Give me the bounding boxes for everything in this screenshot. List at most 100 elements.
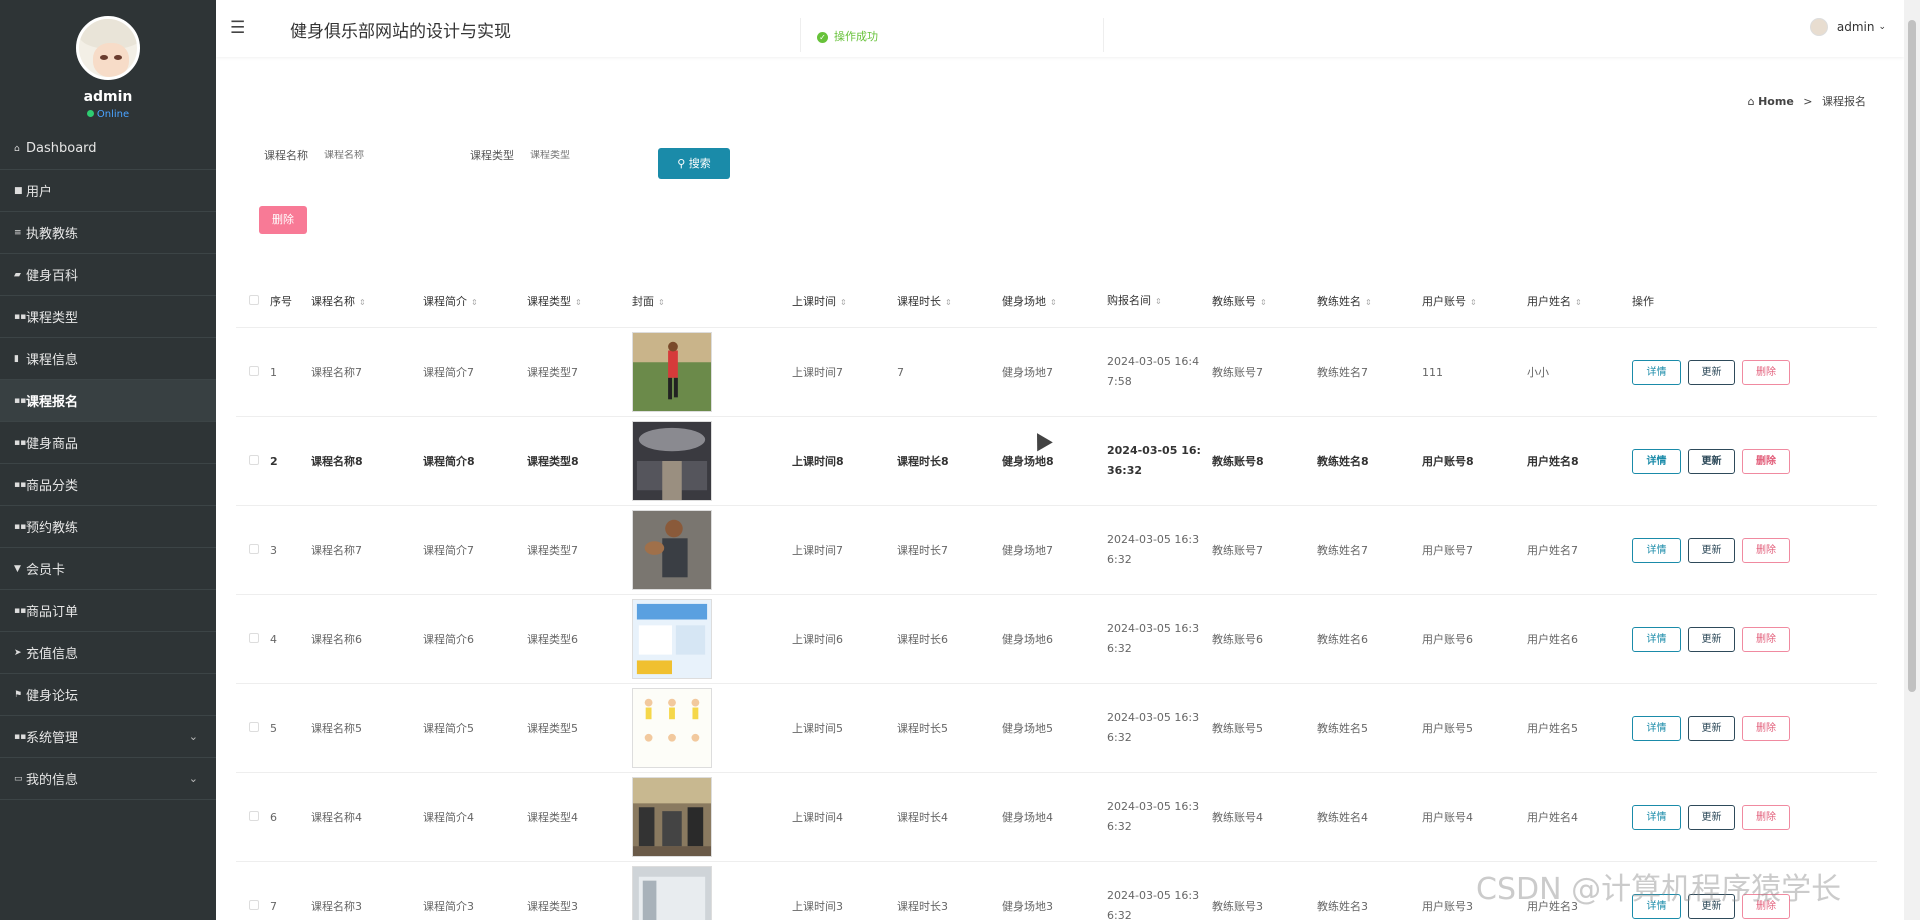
row-checkbox[interactable] bbox=[236, 899, 270, 913]
sidebar-item-label: 会员卡 bbox=[26, 563, 66, 578]
cover-image[interactable] bbox=[632, 421, 792, 501]
update-button[interactable]: 更新 bbox=[1688, 626, 1735, 652]
column-header[interactable]: 教练姓名 ⇕ bbox=[1317, 293, 1422, 309]
sidebar-item-1[interactable]: ■ 用户 bbox=[0, 170, 216, 212]
column-header[interactable]: 教练账号 ⇕ bbox=[1212, 293, 1317, 309]
delete-button[interactable]: 删除 bbox=[1742, 715, 1790, 741]
course-type-input[interactable] bbox=[530, 149, 644, 161]
column-header[interactable]: 课程时长 ⇕ bbox=[897, 293, 1002, 309]
table-cell: 教练账号4 bbox=[1212, 811, 1263, 824]
table-cell: 1 bbox=[270, 365, 277, 379]
sort-icon[interactable]: ⇕ bbox=[658, 298, 665, 307]
row-checkbox[interactable] bbox=[236, 543, 270, 557]
sort-icon[interactable]: ⇕ bbox=[1050, 298, 1057, 307]
sidebar-item-14[interactable]: ▪▪ 系统管理 ⌄ bbox=[0, 716, 216, 758]
column-header[interactable]: 购报名间 ⇕ bbox=[1107, 291, 1212, 312]
column-header-label: 购报名间 bbox=[1107, 293, 1151, 307]
update-button[interactable]: 更新 bbox=[1688, 448, 1735, 474]
table-cell: 课程时长5 bbox=[897, 722, 948, 735]
row-checkbox[interactable] bbox=[236, 365, 270, 379]
send-icon: ➤ bbox=[14, 647, 22, 658]
trophy-icon: ▼ bbox=[14, 563, 21, 574]
column-header[interactable]: 用户账号 ⇕ bbox=[1422, 293, 1527, 309]
breadcrumb-home[interactable]: Home bbox=[1758, 95, 1794, 108]
course-name-input[interactable] bbox=[324, 149, 438, 161]
user-dropdown[interactable]: admin ⌄ bbox=[1809, 18, 1886, 36]
search-button[interactable]: ⚲ 搜索 bbox=[658, 148, 730, 179]
scrollbar-thumb[interactable] bbox=[1908, 20, 1916, 692]
table-cell: 课程名称8 bbox=[311, 455, 363, 468]
avatar[interactable] bbox=[76, 16, 140, 80]
detail-button[interactable]: 详情 bbox=[1632, 626, 1681, 652]
cover-image[interactable] bbox=[632, 332, 792, 412]
sidebar-item-4[interactable]: ▪▪ 课程类型 bbox=[0, 296, 216, 338]
delete-button[interactable]: 删除 bbox=[1742, 804, 1790, 830]
column-header[interactable]: 课程类型 ⇕ bbox=[527, 293, 632, 309]
sort-icon[interactable]: ⇕ bbox=[1575, 298, 1582, 307]
cover-image[interactable] bbox=[632, 599, 792, 679]
sidebar-item-3[interactable]: ▰ 健身百科 bbox=[0, 254, 216, 296]
sidebar-item-6[interactable]: ▪▪ 课程报名 bbox=[0, 380, 216, 422]
table-cell: 健身场地3 bbox=[1002, 900, 1053, 913]
sidebar-item-2[interactable]: ≡ 执教教练 bbox=[0, 212, 216, 254]
update-button[interactable]: 更新 bbox=[1688, 359, 1735, 385]
detail-button[interactable]: 详情 bbox=[1632, 537, 1681, 563]
sidebar-item-0[interactable]: ⌂ Dashboard bbox=[0, 128, 216, 170]
table-cell: 7 bbox=[897, 365, 904, 379]
cover-image[interactable] bbox=[632, 510, 792, 590]
row-checkbox[interactable] bbox=[236, 810, 270, 824]
sidebar-item-12[interactable]: ➤ 充值信息 bbox=[0, 632, 216, 674]
detail-button[interactable]: 详情 bbox=[1632, 448, 1681, 474]
delete-button[interactable]: 删除 bbox=[1742, 448, 1790, 474]
detail-button[interactable]: 详情 bbox=[1632, 715, 1681, 741]
column-header[interactable]: 封面 ⇕ bbox=[632, 293, 792, 309]
detail-button[interactable]: 详情 bbox=[1632, 804, 1681, 830]
sidebar-item-5[interactable]: ▮ 课程信息 bbox=[0, 338, 216, 380]
row-checkbox[interactable] bbox=[236, 632, 270, 646]
page-scrollbar[interactable] bbox=[1904, 0, 1920, 920]
batch-delete-button[interactable]: 删除 bbox=[259, 206, 307, 234]
column-header[interactable]: 健身场地 ⇕ bbox=[1002, 293, 1107, 309]
sidebar-item-15[interactable]: ▭ 我的信息 ⌄ bbox=[0, 758, 216, 800]
sort-icon[interactable]: ⇕ bbox=[1260, 298, 1267, 307]
table-cell: 2024-03-05 16:47:58 bbox=[1107, 355, 1200, 388]
sort-icon[interactable]: ⇕ bbox=[359, 298, 366, 307]
sort-icon[interactable]: ⇕ bbox=[840, 298, 847, 307]
cover-image[interactable] bbox=[632, 777, 792, 857]
update-button[interactable]: 更新 bbox=[1688, 715, 1735, 741]
sort-icon[interactable]: ⇕ bbox=[1155, 297, 1162, 306]
delete-button[interactable]: 删除 bbox=[1742, 359, 1790, 385]
cover-image[interactable] bbox=[632, 688, 792, 768]
sort-icon[interactable]: ⇕ bbox=[1470, 298, 1477, 307]
update-button[interactable]: 更新 bbox=[1688, 804, 1735, 830]
row-checkbox[interactable] bbox=[236, 454, 270, 468]
sidebar-item-13[interactable]: ⚑ 健身论坛 bbox=[0, 674, 216, 716]
select-all-checkbox[interactable] bbox=[236, 294, 270, 308]
sidebar-menu: ⌂ Dashboard ■ 用户 ≡ 执教教练 ▰ 健身百科 ▪▪ 课程类型 ▮ 课程信息 ▪▪ 课程报名… bbox=[0, 128, 216, 800]
column-header[interactable]: 用户姓名 ⇕ bbox=[1527, 293, 1632, 309]
sidebar-item-label: 执教教练 bbox=[26, 227, 79, 242]
sidebar-item-8[interactable]: ▪▪ 商品分类 bbox=[0, 464, 216, 506]
sort-icon[interactable]: ⇕ bbox=[945, 298, 952, 307]
sidebar-item-11[interactable]: ▪▪ 商品订单 bbox=[0, 590, 216, 632]
column-header[interactable]: 课程名称 ⇕ bbox=[311, 293, 423, 309]
delete-button[interactable]: 删除 bbox=[1742, 626, 1790, 652]
row-checkbox[interactable] bbox=[236, 721, 270, 735]
cover-image[interactable] bbox=[632, 866, 792, 920]
sort-icon[interactable]: ⇕ bbox=[575, 298, 582, 307]
detail-button[interactable]: 详情 bbox=[1632, 359, 1681, 385]
sort-icon[interactable]: ⇕ bbox=[1365, 298, 1372, 307]
sidebar-item-9[interactable]: ▪▪ 预约教练 bbox=[0, 506, 216, 548]
column-header[interactable]: 课程简介 ⇕ bbox=[423, 293, 527, 309]
column-header[interactable]: 上课时间 ⇕ bbox=[792, 293, 897, 309]
table-cell: 上课时间3 bbox=[792, 900, 843, 913]
sort-icon[interactable]: ⇕ bbox=[471, 298, 478, 307]
row-actions: 详情 更新 删除 bbox=[1632, 359, 1832, 385]
table-cell: 上课时间5 bbox=[792, 722, 843, 735]
profile-status: Online bbox=[0, 109, 216, 120]
sidebar-item-10[interactable]: ▼ 会员卡 bbox=[0, 548, 216, 590]
menu-toggle-icon[interactable]: ☰ bbox=[230, 18, 245, 38]
delete-button[interactable]: 删除 bbox=[1742, 537, 1790, 563]
sidebar-item-7[interactable]: ▪▪ 健身商品 bbox=[0, 422, 216, 464]
update-button[interactable]: 更新 bbox=[1688, 537, 1735, 563]
